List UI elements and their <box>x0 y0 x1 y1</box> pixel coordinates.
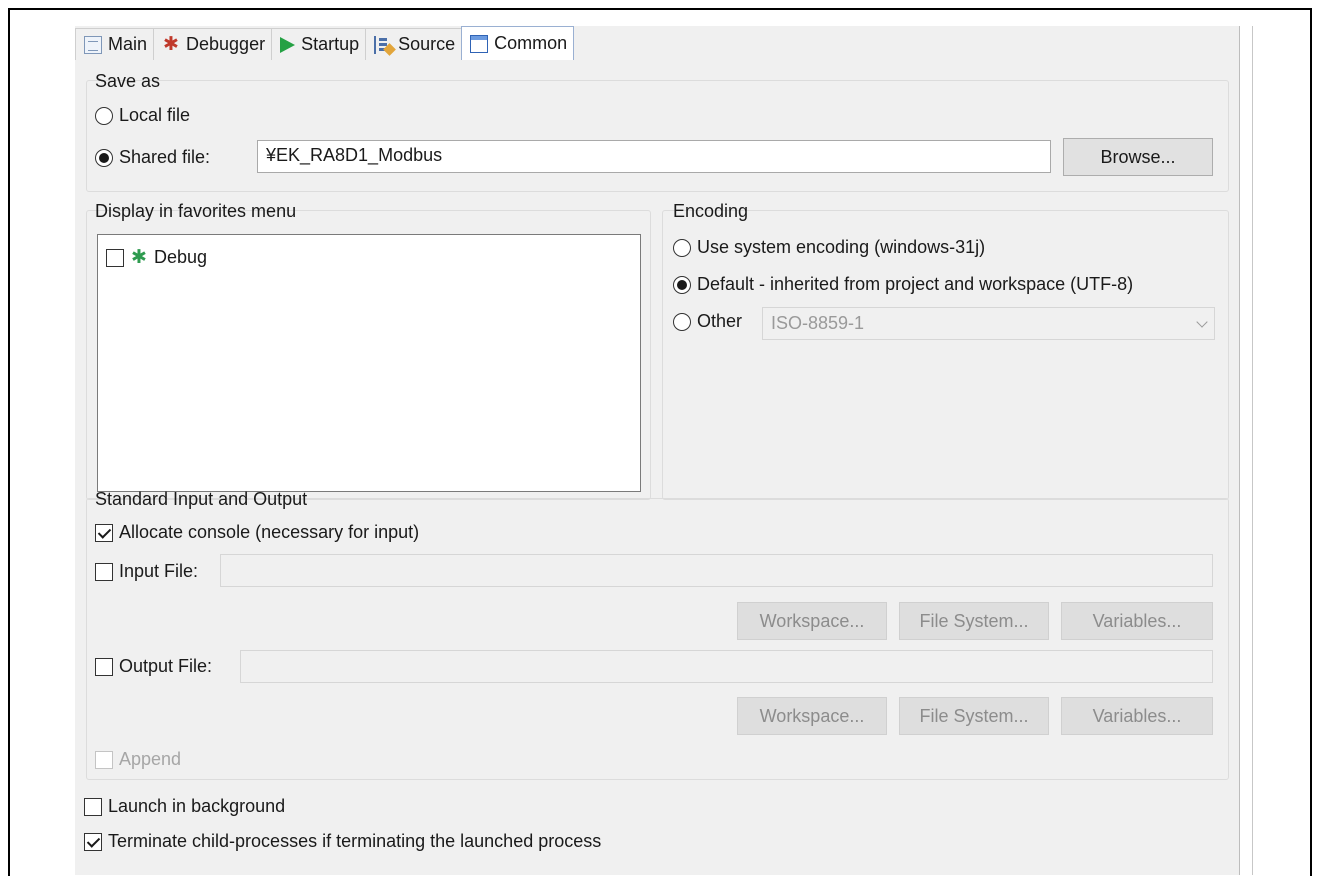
allocate-console-checkbox[interactable] <box>95 523 113 542</box>
terminate-children-option[interactable]: Terminate child-processes if terminating… <box>84 831 601 852</box>
output-file-option[interactable]: Output File: <box>95 656 212 677</box>
source-lookup-icon <box>374 35 392 54</box>
favorites-debug-checkbox[interactable] <box>106 248 124 267</box>
other-encoding-option[interactable]: Other <box>673 311 742 332</box>
favorites-item-debug[interactable]: ✱ Debug <box>106 247 207 268</box>
debug-icon: ✱ <box>131 246 147 268</box>
local-file-label: Local file <box>119 105 191 125</box>
other-encoding-radio[interactable] <box>673 312 691 331</box>
output-file-label: Output File: <box>119 656 213 676</box>
browse-button[interactable]: Browse... <box>1063 138 1213 176</box>
append-option[interactable]: Append <box>95 749 181 770</box>
system-encoding-radio[interactable] <box>673 238 691 257</box>
default-encoding-radio[interactable] <box>673 275 691 294</box>
chevron-down-icon <box>1196 315 1208 328</box>
allocate-console-label: Allocate console (necessary for input) <box>119 522 420 542</box>
save-as-group <box>86 80 1229 192</box>
tab-main-label: Main <box>108 34 148 54</box>
output-file-field[interactable] <box>240 650 1213 683</box>
save-as-label: Save as <box>95 71 161 91</box>
terminate-children-checkbox[interactable] <box>84 832 102 851</box>
shared-file-input[interactable]: ¥EK_RA8D1_Modbus <box>257 140 1051 173</box>
tab-common-label: Common <box>494 33 568 53</box>
shared-file-radio[interactable] <box>95 148 113 167</box>
encoding-label: Encoding <box>673 201 749 221</box>
system-encoding-option[interactable]: Use system encoding (windows-31j) <box>673 237 985 258</box>
debug-bug-icon: ✱ <box>163 33 179 55</box>
input-file-label: Input File: <box>119 561 199 581</box>
append-label: Append <box>119 749 182 769</box>
input-file-option[interactable]: Input File: <box>95 561 198 582</box>
favorites-debug-label: Debug <box>154 247 208 267</box>
tab-bar: Main ✱ Debugger Startup Source Common <box>75 26 575 60</box>
default-encoding-option[interactable]: Default - inherited from project and wor… <box>673 274 1133 295</box>
input-file-system-button[interactable]: File System... <box>899 602 1049 640</box>
system-encoding-label: Use system encoding (windows-31j) <box>697 237 986 257</box>
document-icon <box>84 35 102 54</box>
default-encoding-label: Default - inherited from project and wor… <box>697 274 1134 294</box>
local-file-radio[interactable] <box>95 106 113 125</box>
input-file-checkbox[interactable] <box>95 562 113 581</box>
output-workspace-button[interactable]: Workspace... <box>737 697 887 735</box>
output-variables-button[interactable]: Variables... <box>1061 697 1213 735</box>
shared-file-label: Shared file: <box>119 147 211 167</box>
tab-startup[interactable]: Startup <box>271 28 367 60</box>
stdio-label: Standard Input and Output <box>95 489 308 509</box>
append-checkbox[interactable] <box>95 750 113 769</box>
launch-background-checkbox[interactable] <box>84 797 102 816</box>
input-workspace-button[interactable]: Workspace... <box>737 602 887 640</box>
allocate-console-option[interactable]: Allocate console (necessary for input) <box>95 522 419 543</box>
play-icon <box>280 36 296 53</box>
input-variables-button[interactable]: Variables... <box>1061 602 1213 640</box>
tab-debugger[interactable]: ✱ Debugger <box>153 28 273 60</box>
favorites-list[interactable]: ✱ Debug <box>97 234 641 492</box>
tab-main[interactable]: Main <box>75 28 155 60</box>
input-file-field[interactable] <box>220 554 1213 587</box>
tab-startup-label: Startup <box>301 34 360 54</box>
tab-common[interactable]: Common <box>461 26 575 60</box>
output-file-system-button[interactable]: File System... <box>899 697 1049 735</box>
launch-background-option[interactable]: Launch in background <box>84 796 285 817</box>
other-encoding-select[interactable]: ISO-8859-1 <box>762 307 1215 340</box>
tab-source-label: Source <box>398 34 456 54</box>
scroll-divider <box>1252 26 1253 875</box>
tab-source[interactable]: Source <box>365 28 463 60</box>
shared-file-option[interactable]: Shared file: <box>95 147 210 168</box>
tab-debugger-label: Debugger <box>186 34 266 54</box>
favorites-label: Display in favorites menu <box>95 201 297 221</box>
window-icon <box>470 34 489 53</box>
launch-config-common-tab: Main ✱ Debugger Startup Source Common Sa… <box>75 26 1240 875</box>
local-file-option[interactable]: Local file <box>95 105 190 126</box>
output-file-checkbox[interactable] <box>95 657 113 676</box>
terminate-children-label: Terminate child-processes if terminating… <box>108 831 602 851</box>
other-encoding-value: ISO-8859-1 <box>771 313 865 333</box>
launch-background-label: Launch in background <box>108 796 286 816</box>
other-encoding-label: Other <box>697 311 743 331</box>
